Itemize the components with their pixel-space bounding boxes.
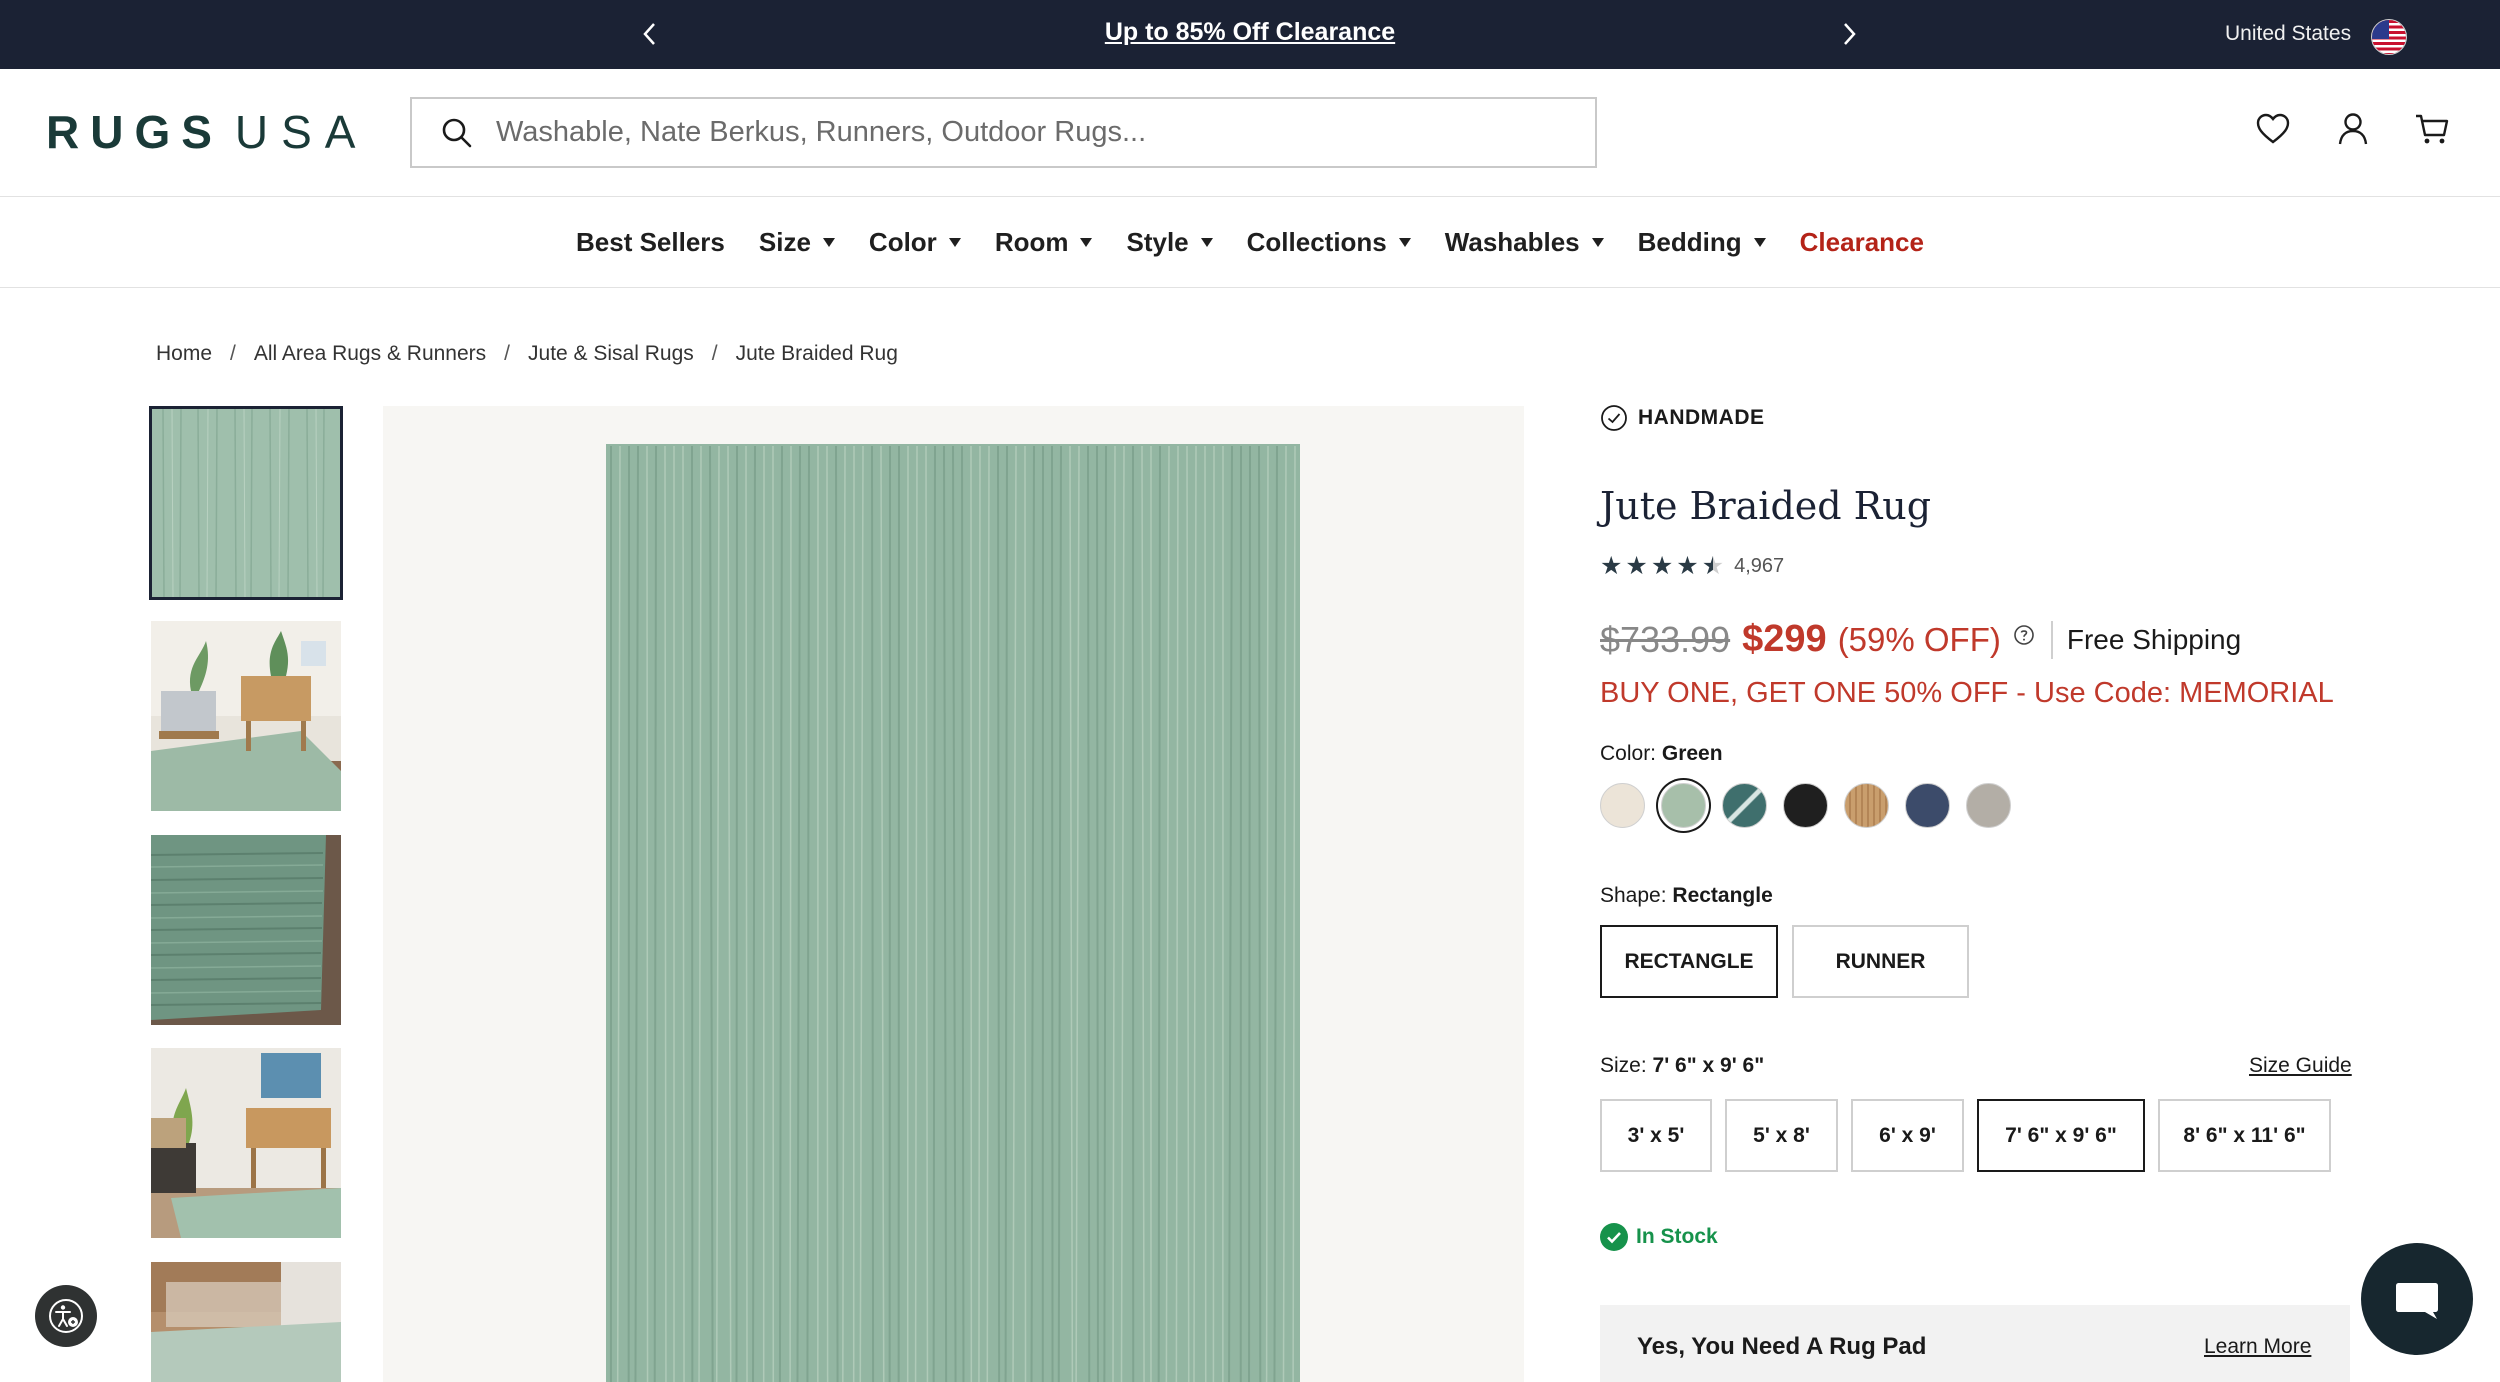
promo-prev-arrow-icon[interactable] [630, 14, 670, 54]
breadcrumb-separator: / [504, 342, 511, 365]
color-swatch-navy[interactable] [1905, 783, 1950, 828]
discount-percent: (59% OFF) [1837, 620, 2001, 658]
breadcrumb: Home / All Area Rugs & Runners / Jute & … [156, 342, 898, 366]
nav-item-style[interactable]: Style [1109, 227, 1229, 258]
size-option-3x5[interactable]: 3' x 5' [1600, 1099, 1712, 1172]
price-row: $733.99 $299 (59% OFF) Free Shipping [1600, 618, 2241, 661]
color-label: Color: Green [1600, 742, 1723, 765]
wishlist-heart-icon[interactable] [2253, 109, 2293, 149]
color-swatch-gray[interactable] [1966, 783, 2011, 828]
breadcrumb-all-rugs[interactable]: All Area Rugs & Runners [254, 342, 486, 366]
search-bar[interactable] [410, 97, 1597, 168]
handmade-label: HANDMADE [1638, 406, 1765, 429]
logo-secondary: USA [234, 106, 369, 158]
original-price: $733.99 [1600, 618, 1731, 660]
breadcrumb-home[interactable]: Home [156, 342, 212, 366]
price-info-icon[interactable] [2013, 624, 2035, 646]
site-header: RUGS USA [0, 69, 2500, 197]
logo-primary: RUGS [46, 106, 223, 158]
star-full-icon: ★ [1625, 552, 1648, 580]
stock-status: In Stock [1600, 1223, 1718, 1251]
nav-item-washables[interactable]: Washables [1428, 227, 1621, 258]
rug-pad-title: Yes, You Need A Rug Pad [1637, 1333, 1927, 1360]
product-title: Jute Braided Rug [1600, 484, 1932, 528]
nav-item-best-sellers[interactable]: Best Sellers [559, 227, 742, 258]
product-thumbnail-4[interactable] [151, 1048, 341, 1238]
nav-item-color[interactable]: Color [852, 227, 978, 258]
main-navigation: Best Sellers Size Color Room Style Colle… [0, 197, 2500, 288]
nav-item-collections[interactable]: Collections [1230, 227, 1428, 258]
selected-color-value: Green [1661, 742, 1723, 765]
color-swatch-green[interactable] [1661, 783, 1706, 828]
nav-item-clearance[interactable]: Clearance [1783, 227, 1941, 258]
stock-status-label: In Stock [1636, 1225, 1718, 1248]
breadcrumb-separator: / [711, 342, 718, 365]
search-input[interactable] [496, 116, 1546, 149]
in-stock-check-icon [1600, 1223, 1628, 1251]
shape-option-runner[interactable]: RUNNER [1792, 925, 1969, 998]
caret-down-icon [1200, 237, 1213, 247]
color-swatch-natural[interactable] [1600, 783, 1645, 828]
rug-pad-upsell: Yes, You Need A Rug Pad Learn More [1600, 1305, 2350, 1382]
breadcrumb-separator: / [230, 342, 236, 365]
star-half-icon: ★ [1701, 552, 1725, 580]
account-user-icon[interactable] [2333, 109, 2373, 149]
caret-down-icon [1591, 237, 1604, 247]
star-full-icon: ★ [1676, 552, 1699, 580]
rugs-usa-logo[interactable]: RUGS USA [46, 105, 369, 159]
size-option-6x9[interactable]: 6' x 9' [1851, 1099, 1964, 1172]
us-flag-icon[interactable] [2371, 19, 2407, 55]
caret-down-icon [948, 237, 961, 247]
nav-item-room[interactable]: Room [978, 227, 1110, 258]
size-option-8-6x11-6[interactable]: 8' 6" x 11' 6" [2158, 1099, 2331, 1172]
caret-down-icon [1080, 237, 1093, 247]
size-guide-link[interactable]: Size Guide [2249, 1054, 2352, 1078]
check-circle-icon [1601, 405, 1627, 431]
selected-shape-value: Rectangle [1672, 884, 1773, 907]
promo-next-arrow-icon[interactable] [1829, 14, 1869, 54]
handmade-badge: HANDMADE [1600, 404, 1765, 432]
caret-down-icon [822, 237, 835, 247]
color-swatch-teal[interactable] [1722, 783, 1767, 828]
promo-code-message: BUY ONE, GET ONE 50% OFF - Use Code: MEM… [1600, 677, 2334, 709]
nav-item-size[interactable]: Size [742, 227, 852, 258]
rug-pad-learn-more-link[interactable]: Learn More [2204, 1335, 2311, 1359]
size-label: Size: 7' 6" x 9' 6" [1600, 1054, 1765, 1077]
caret-down-icon [1753, 237, 1766, 247]
size-option-7-6x9-6[interactable]: 7' 6" x 9' 6" [1977, 1099, 2145, 1172]
breadcrumb-current: Jute Braided Rug [735, 342, 898, 365]
product-thumbnail-3[interactable] [151, 835, 341, 1025]
color-swatch-black[interactable] [1783, 783, 1828, 828]
shape-label: Shape: Rectangle [1600, 884, 1773, 907]
shape-option-rectangle[interactable]: RECTANGLE [1600, 925, 1778, 998]
sale-price: $299 [1742, 618, 1827, 660]
color-swatch-tan[interactable] [1844, 783, 1889, 828]
caret-down-icon [1398, 237, 1411, 247]
product-thumbnail-1[interactable] [149, 406, 343, 600]
size-option-5x8[interactable]: 5' x 8' [1725, 1099, 1838, 1172]
product-rating[interactable]: ★ ★ ★ ★ ★ 4,967 [1600, 554, 1784, 579]
color-swatches [1600, 783, 2011, 828]
product-thumbnail-2[interactable] [151, 621, 341, 811]
shopping-cart-icon[interactable] [2412, 109, 2452, 149]
review-count[interactable]: 4,967 [1734, 555, 1784, 578]
chat-bubble-icon[interactable] [2361, 1243, 2473, 1355]
selected-size-value: 7' 6" x 9' 6" [1652, 1054, 1765, 1077]
star-full-icon: ★ [1650, 552, 1674, 580]
nav-item-bedding[interactable]: Bedding [1621, 227, 1783, 258]
promo-bar: Up to 85% Off Clearance United States [0, 0, 2500, 69]
product-thumbnail-5[interactable] [151, 1262, 341, 1382]
price-divider [2050, 620, 2053, 659]
main-product-image[interactable] [383, 406, 1524, 1382]
breadcrumb-jute-sisal[interactable]: Jute & Sisal Rugs [528, 342, 694, 366]
country-selector[interactable]: United States [2225, 22, 2351, 46]
star-rating: ★ ★ ★ ★ ★ [1600, 554, 1724, 579]
free-shipping-label: Free Shipping [2066, 623, 2242, 655]
search-icon[interactable] [440, 116, 474, 150]
promo-message-link[interactable]: Up to 85% Off Clearance [1105, 18, 1395, 46]
star-full-icon: ★ [1600, 552, 1623, 580]
accessibility-icon[interactable] [35, 1285, 97, 1347]
